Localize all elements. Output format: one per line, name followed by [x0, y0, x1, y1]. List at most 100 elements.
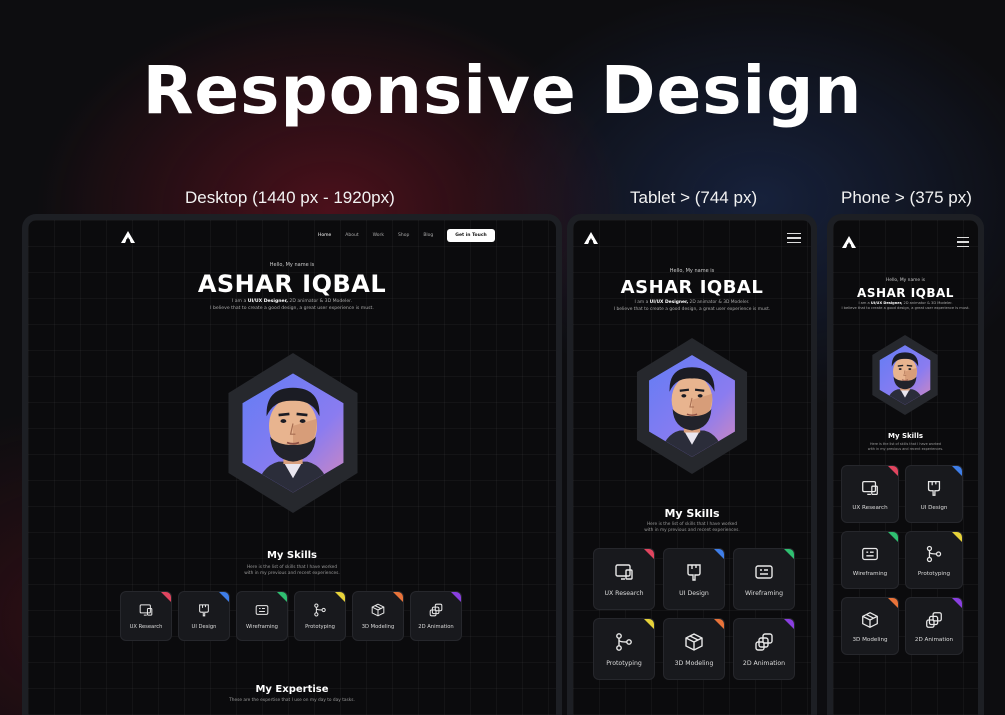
skill-color-tag: [644, 619, 654, 629]
skill-label: 2D Animation: [914, 636, 954, 643]
skill-color-tag: [335, 592, 345, 602]
skills-subtitle: Here is the list of skills that I have w…: [573, 522, 811, 534]
logo-icon[interactable]: [120, 229, 136, 243]
skill-card-wireframing[interactable]: Wireframing: [236, 591, 288, 641]
skill-label: Wireframing: [744, 590, 784, 598]
skill-card-2d-animation[interactable]: 2D Animation: [410, 591, 462, 641]
skill-card-wireframing[interactable]: Wireframing: [733, 548, 795, 610]
skill-label: Prototyping: [305, 623, 335, 630]
skill-card-3d-modeling[interactable]: 3D Modeling: [663, 618, 725, 680]
avatar: [628, 338, 756, 474]
skill-card-3d-modeling[interactable]: 3D Modeling: [841, 597, 899, 655]
nav-blog[interactable]: Blog: [423, 233, 433, 238]
desktop-frame: Home About Work Shop Blog Get in Touch H…: [22, 214, 562, 715]
hero-name: ASHAR IQBAL: [620, 277, 764, 298]
skill-card-3d-modeling[interactable]: 3D Modeling: [352, 591, 404, 641]
skill-color-tag: [888, 598, 898, 608]
skill-color-tag: [784, 549, 794, 559]
skill-label: 2D Animation: [418, 623, 454, 630]
phone-label: Phone > (375 px): [841, 188, 972, 207]
intro-bold: UI/UX Designer,: [649, 300, 689, 305]
ui-design-icon: [199, 604, 209, 617]
skill-color-tag: [644, 549, 654, 559]
skill-color-tag: [714, 549, 724, 559]
intro-post: 2D animator & 3D Modeler.: [688, 300, 750, 305]
skills-subtitle-2: with in my previous and recent experienc…: [867, 446, 944, 451]
logo-icon[interactable]: [841, 234, 857, 248]
phone-frame: Hello, My name is ASHAR IQBAL I am a UI/…: [827, 214, 984, 715]
skill-card-2d-animation[interactable]: 2D Animation: [733, 618, 795, 680]
ux-research-icon: [862, 480, 878, 495]
skill-label: UX Research: [604, 590, 644, 598]
intro-post: 2D animator & 3D Modeler.: [902, 301, 953, 305]
intro-pre: I am a: [858, 301, 871, 305]
cube-icon: [371, 603, 385, 617]
logo-icon[interactable]: [583, 230, 599, 244]
hello-text: Hello, My name is: [885, 278, 926, 283]
ui-design-icon: [687, 563, 701, 581]
intro-line2: I believe that to create a good design, …: [841, 306, 970, 311]
skill-label: UI Design: [191, 623, 217, 630]
intro-bold: UI/UX Designer,: [870, 301, 903, 305]
skill-card-wireframing[interactable]: Wireframing: [841, 531, 899, 589]
hero-intro: I am a UI/UX Designer, 2D animator & 3D …: [573, 300, 811, 313]
skills-subtitle-1: Here is the list of skills that I have w…: [869, 442, 942, 446]
skill-card-ux-research[interactable]: UX Research: [120, 591, 172, 641]
skill-card-2d-animation[interactable]: 2D Animation: [905, 597, 963, 655]
menu-icon[interactable]: [787, 233, 801, 243]
skill-card-prototyping[interactable]: Prototyping: [294, 591, 346, 641]
intro-line2: I believe that to create a good design, …: [613, 306, 771, 312]
prototyping-icon: [926, 545, 942, 562]
hero-name: ASHAR IQBAL: [197, 270, 387, 298]
skill-card-ui-design[interactable]: UI Design: [905, 465, 963, 523]
skills-subtitle: Here is the list of skills that I have w…: [28, 565, 556, 577]
headline: Responsive Design: [142, 52, 863, 129]
nav-home[interactable]: Home: [318, 233, 331, 238]
intro-pre: I am a: [634, 300, 650, 305]
skill-color-tag: [393, 592, 403, 602]
avatar: [218, 353, 368, 513]
intro-bold: UI/UX Designer,: [247, 299, 288, 304]
skills-subtitle-1: Here is the list of skills that I have w…: [246, 565, 338, 570]
desktop-nav: Home About Work Shop Blog Get in Touch: [318, 229, 495, 242]
animation-icon: [755, 632, 773, 651]
skill-label: 2D Animation: [742, 660, 786, 668]
skill-color-tag: [451, 592, 461, 602]
nav-work[interactable]: Work: [373, 233, 384, 238]
skill-card-ui-design[interactable]: UI Design: [178, 591, 230, 641]
hello-text: Hello, My name is: [669, 268, 715, 274]
skill-card-ux-research[interactable]: UX Research: [593, 548, 655, 610]
skills-subtitle-1: Here is the list of skills that I have w…: [646, 522, 738, 527]
skill-label: UX Research: [129, 623, 163, 630]
get-in-touch-button[interactable]: Get in Touch: [447, 229, 495, 242]
skill-label: Prototyping: [606, 660, 642, 668]
animation-icon: [429, 603, 443, 617]
nav-shop[interactable]: Shop: [398, 233, 409, 238]
skill-label: UI Design: [920, 504, 948, 511]
skill-label: UI Design: [679, 590, 709, 598]
nav-about[interactable]: About: [345, 233, 358, 238]
avatar: [867, 335, 943, 415]
skill-card-prototyping[interactable]: Prototyping: [905, 531, 963, 589]
skill-color-tag: [219, 592, 229, 602]
hero-name: ASHAR IQBAL: [857, 286, 954, 300]
skill-color-tag: [888, 532, 898, 542]
skill-card-ux-research[interactable]: UX Research: [841, 465, 899, 523]
desktop-label: Desktop (1440 px - 1920px): [185, 188, 395, 207]
skill-card-prototyping[interactable]: Prototyping: [593, 618, 655, 680]
skill-color-tag: [161, 592, 171, 602]
skills-subtitle: Here is the list of skills that I have w…: [833, 442, 978, 452]
skill-label: Prototyping: [917, 570, 951, 577]
prototyping-icon: [616, 632, 632, 651]
cube-icon: [685, 632, 703, 651]
intro-line2: I believe that to create a good design, …: [210, 305, 374, 311]
skill-card-ui-design[interactable]: UI Design: [663, 548, 725, 610]
skill-label: 3D Modeling: [361, 623, 395, 630]
desktop-screen: Home About Work Shop Blog Get in Touch H…: [28, 220, 556, 715]
skill-color-tag: [952, 466, 962, 476]
skill-color-tag: [277, 592, 287, 602]
menu-icon[interactable]: [957, 237, 969, 247]
skills-subtitle-2: with in my previous and recent experienc…: [644, 528, 740, 534]
prototyping-icon: [314, 603, 326, 617]
skill-label: 3D Modeling: [852, 636, 888, 643]
